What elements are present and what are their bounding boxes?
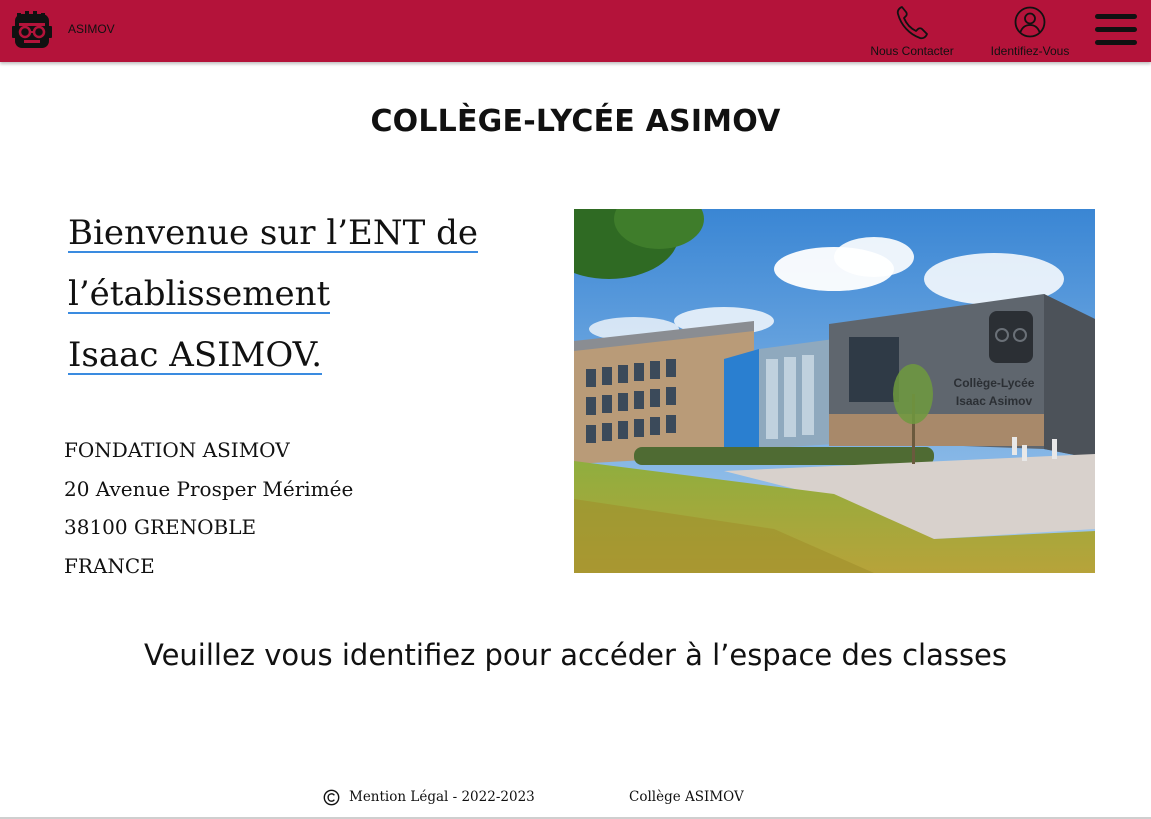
welcome-heading: Bienvenue sur l’ENT de l’établissement I… [68,203,478,386]
postal-address: FONDATION ASIMOV 20 Avenue Prosper Mérim… [64,431,353,585]
user-circle-icon [1014,6,1046,38]
page-title: COLLÈGE-LYCÉE ASIMOV [370,104,781,139]
menu-bar [1095,40,1137,45]
school-building-photo: Collège-Lycée Isaac Asimov [574,209,1095,573]
address-line: 20 Avenue Prosper Mérimée [64,476,354,501]
footer-school-name: Collège ASIMOV [629,789,744,805]
contact-button[interactable]: Nous Contacter [862,4,962,58]
phone-icon [896,6,928,40]
hamburger-menu-icon[interactable] [1095,14,1137,48]
login-button[interactable]: Identifiez-Vous [982,4,1078,58]
login-prompt: Veuillez vous identifiez pour accéder à … [143,638,1008,672]
top-navigation-bar: ASIMOV Nous Contacter Identifiez-Vous [0,0,1151,62]
legal-notice-link[interactable]: Mention Légal - 2022-2023 [349,789,535,805]
building-sign-line-1: Collège-Lycée [954,376,1035,390]
brand-name: ASIMOV [68,22,115,36]
login-label: Identifiez-Vous [990,44,1070,58]
copyright-icon [323,789,340,806]
contact-label: Nous Contacter [870,44,954,58]
address-line: 38100 GRENOBLE [64,515,257,539]
address-line: FRANCE [64,553,155,578]
welcome-line-2: l’établissement [68,274,331,314]
menu-bar [1095,14,1137,19]
welcome-line-1: Bienvenue sur l’ENT de [68,213,478,253]
footer: Mention Légal - 2022-2023 Collège ASIMOV [0,787,1151,809]
building-sign-line-2: Isaac Asimov [956,394,1033,408]
welcome-line-3: Isaac ASIMOV. [68,335,323,375]
menu-bar [1095,27,1137,32]
robot-logo-icon[interactable] [11,10,53,52]
address-line: FONDATION ASIMOV [64,438,290,462]
